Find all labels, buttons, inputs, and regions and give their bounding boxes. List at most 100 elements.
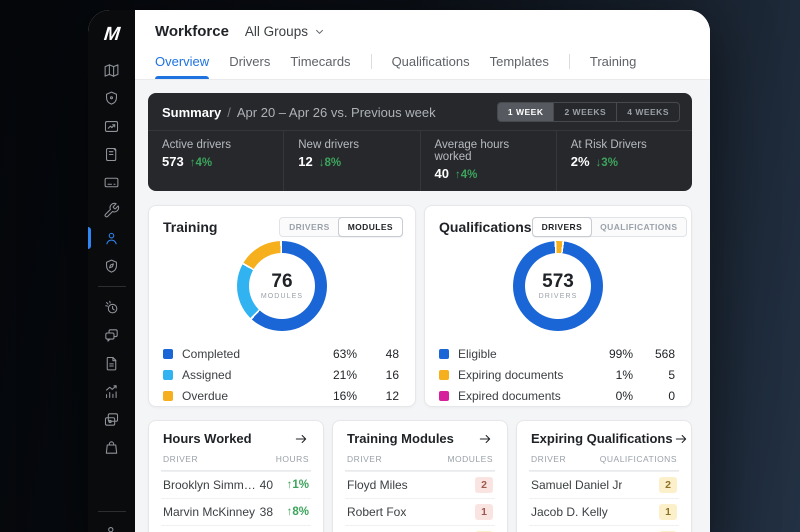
group-selector[interactable]: All Groups [245, 24, 325, 39]
sidebar-item-map[interactable] [88, 56, 135, 84]
sidebar-item-maintenance[interactable] [88, 196, 135, 224]
hours-worked-link[interactable] [293, 432, 309, 446]
training-legend: Completed 63% 48 Assigned 21% 16 Overdue… [149, 333, 415, 406]
tab-templates[interactable]: Templates [490, 54, 549, 79]
range-option-1-week[interactable]: 1 WEEK [497, 103, 554, 121]
donut-value: 76 [271, 270, 293, 292]
legend-count: 16 [385, 367, 399, 382]
hours-worked-card: Hours Worked DRIVER HOURS Brooklyn Simmo… [148, 420, 324, 532]
qualifications-card: Qualifications DRIVERS QUALIFICATIONS 57… [424, 205, 692, 407]
tab-timecards[interactable]: Timecards [290, 54, 350, 79]
stat-value: 2% [570, 154, 590, 169]
range-option-4-weeks[interactable]: 4 WEEKS [616, 103, 679, 121]
training-modules-card: Training Modules DRIVER MODULES Floyd Mi… [332, 420, 508, 532]
driver-name: Robert Fox [347, 505, 407, 519]
sidebar-item-dashcam[interactable] [88, 112, 135, 140]
column-header: QUALIFICATIONS [599, 454, 677, 464]
hours-value: 40 [259, 478, 273, 492]
modules-badge: 1 [475, 504, 493, 520]
stat-delta: ↓8% [318, 157, 342, 169]
legend-row: Completed 63% 48 [163, 343, 399, 364]
sidebar-item-payments[interactable] [88, 168, 135, 196]
summary-title: Summary [162, 104, 222, 120]
sidebar-item-devices[interactable] [88, 405, 135, 433]
tab-drivers[interactable]: Drivers [229, 54, 270, 79]
stat-new-drivers: New drivers 12 ↓8% [283, 131, 419, 191]
legend-swatch [163, 390, 173, 401]
sidebar-item-dispatch[interactable] [88, 252, 135, 280]
column-header: MODULES [447, 454, 493, 464]
summary-stats: Active drivers 573 ↑4% New drivers 12 ↓8… [148, 130, 692, 191]
map-icon [104, 63, 119, 77]
qualifications-donut-chart: 573 DRIVERS [513, 241, 603, 331]
sidebar-item-safety[interactable] [88, 84, 135, 112]
stat-label: Average hours worked [434, 139, 510, 163]
driver-name: Floyd Miles [347, 478, 408, 492]
legend-percent: 21% [332, 367, 357, 382]
table-row: Sadie Williams 2 [529, 525, 679, 532]
toggle-option-drivers[interactable]: DRIVERS [280, 218, 339, 236]
devices-icon [104, 412, 119, 426]
legend-label: Eligible [458, 346, 497, 361]
table-title: Expiring Qualifications [531, 431, 673, 446]
qualifications-badge: 2 [659, 477, 677, 493]
table-title: Training Modules [347, 431, 454, 446]
legend-percent: 16% [332, 388, 357, 403]
legend-swatch [439, 390, 449, 401]
sidebar-item-reports[interactable] [88, 377, 135, 405]
sidebar-item-messages[interactable] [88, 321, 135, 349]
table-column-headers: DRIVER QUALIFICATIONS [529, 454, 679, 471]
table-row: Robert Fox 1 [345, 498, 495, 525]
payment-card-icon [104, 177, 119, 187]
stat-label: Active drivers [162, 139, 232, 151]
stat-active-drivers: Active drivers 573 ↑4% [148, 131, 283, 191]
admin-person-icon [108, 526, 114, 532]
expiring-qualifications-link[interactable] [673, 432, 689, 446]
tab-bar: Overview Drivers Timecards Qualification… [155, 54, 692, 79]
stat-value: 40 [434, 166, 449, 181]
brand-logo: M [103, 24, 121, 45]
stat-at-risk-drivers: At Risk Drivers 2% ↓3% [555, 131, 692, 191]
column-header: DRIVER [531, 454, 567, 464]
table-column-headers: DRIVER MODULES [345, 454, 495, 471]
tab-overview[interactable]: Overview [155, 54, 210, 79]
donut-label: MODULES [260, 293, 304, 301]
training-card: Training DRIVERS MODULES 76 MODULES Comp… [148, 205, 416, 407]
range-option-2-weeks[interactable]: 2 WEEKS [553, 103, 616, 121]
toggle-option-modules[interactable]: MODULES [337, 217, 403, 237]
main-area: Workforce All Groups Overview Drivers Ti… [135, 10, 710, 532]
stat-label: At Risk Drivers [570, 139, 647, 151]
legend-row: Expiring documents 1% 5 [439, 364, 675, 385]
legend-label: Completed [182, 346, 241, 361]
sidebar-item-workforce[interactable] [88, 224, 135, 252]
arrow-right-icon [675, 434, 686, 443]
toggle-option-qualifications[interactable]: QUALIFICATIONS [591, 218, 686, 236]
person-icon [106, 232, 117, 244]
legend-count: 48 [385, 346, 399, 361]
analytics-icon [106, 384, 117, 398]
training-donut-chart: 76 MODULES [237, 241, 327, 331]
qualifications-badge: 1 [659, 504, 677, 520]
legend-percent: 0% [615, 388, 633, 403]
toggle-option-drivers[interactable]: DRIVERS [531, 217, 593, 237]
table-row: Brooklyn Simmons 40 ↑1% [161, 471, 311, 498]
tab-training[interactable]: Training [590, 54, 636, 79]
tab-qualifications[interactable]: Qualifications [392, 54, 470, 79]
sidebar-item-fuel[interactable] [88, 293, 135, 321]
legend-swatch [439, 369, 449, 380]
training-modules-link[interactable] [477, 432, 493, 446]
sidebar-item-admin[interactable] [88, 518, 135, 532]
sidebar-item-marketplace[interactable] [88, 433, 135, 461]
qualifications-legend: Eligible 99% 568 Expiring documents 1% 5 [425, 333, 691, 406]
column-header: HOURS [275, 454, 309, 464]
driver-name: Samuel Daniel Jr [531, 478, 623, 492]
driver-name: Marvin McKinney [163, 505, 256, 519]
content-area: Summary / Apr 20 – Apr 26 vs. Previous w… [135, 80, 710, 532]
donut-value: 573 [542, 270, 574, 292]
sidebar-item-logs[interactable] [88, 140, 135, 168]
expiring-qualifications-card: Expiring Qualifications DRIVER QUALIFICA… [516, 420, 692, 532]
hours-delta: ↑1% [286, 479, 309, 491]
sidebar-item-documents[interactable] [88, 349, 135, 377]
modules-badge: 2 [475, 477, 493, 493]
stat-delta: ↑4% [454, 169, 478, 181]
